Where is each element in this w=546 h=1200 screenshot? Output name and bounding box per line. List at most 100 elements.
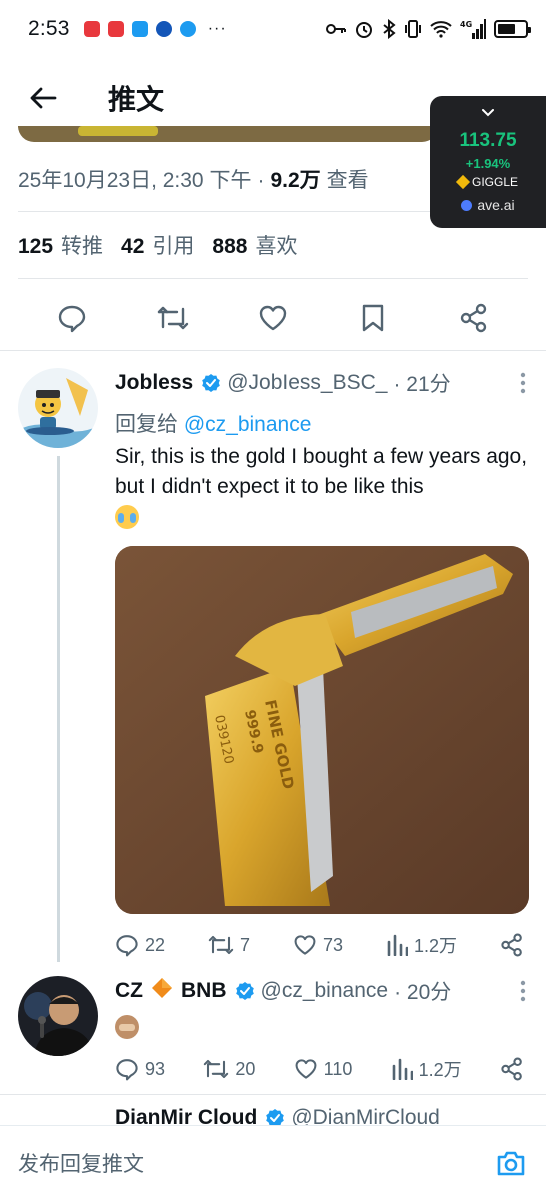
- reply-text: [115, 1012, 532, 1042]
- post-image[interactable]: FINE GOLD 999.9 039120: [115, 546, 529, 914]
- share-icon: [501, 1057, 522, 1081]
- likes-label: 喜欢: [255, 235, 298, 258]
- camera-icon: [497, 1151, 525, 1176]
- tweet-datetime: 25年10月23日, 2:30 下午: [18, 169, 252, 192]
- see-no-evil-monkey-emoji-icon: [115, 1015, 139, 1040]
- reply-content: CZ BNB @cz_binance · 20分 93 20 110 1.2万: [115, 976, 532, 1082]
- heart-icon: [259, 305, 287, 331]
- share-button[interactable]: [500, 933, 524, 957]
- page-title: 推文: [108, 83, 165, 116]
- reply-count-button[interactable]: 22: [115, 933, 165, 957]
- share-button[interactable]: [457, 301, 491, 335]
- bluetooth-icon: [383, 19, 396, 39]
- view-count-button[interactable]: 1.2万: [391, 1056, 462, 1082]
- gold-bar-photo: FINE GOLD 999.9 039120: [115, 546, 529, 914]
- crying-face-emoji-icon: [115, 505, 139, 530]
- quotes-count: 42: [121, 235, 145, 258]
- bookmark-button[interactable]: [356, 301, 390, 335]
- notification-app-icon: [83, 21, 100, 37]
- retweet-count: 7: [240, 934, 251, 955]
- avatar-photo: [18, 976, 98, 1056]
- collapse-button[interactable]: [430, 100, 546, 126]
- reply-icon: [116, 935, 138, 957]
- retweet-count-button[interactable]: 7: [208, 933, 250, 957]
- heart-icon: [295, 1059, 317, 1079]
- retweets-stat[interactable]: 125 转推: [18, 230, 103, 260]
- verified-badge-icon: [235, 981, 255, 1001]
- retweet-icon: [157, 306, 188, 330]
- likes-count: 888: [212, 235, 248, 258]
- reply-text: Sir, this is the gold I bought a few yea…: [115, 442, 532, 532]
- reply-input[interactable]: 发布回复推文: [18, 1148, 494, 1178]
- avatar-cartoon-image: [18, 368, 98, 448]
- reply-engagement-bar: 22 7 73 1.2万: [115, 932, 532, 958]
- author-name[interactable]: CZ: [115, 979, 143, 1003]
- author-handle[interactable]: @cz_binance: [261, 979, 389, 1003]
- key-icon: [326, 24, 346, 34]
- divider: [0, 350, 546, 351]
- widget-brand: ave.ai: [477, 197, 515, 213]
- quotes-stat[interactable]: 42 引用: [121, 230, 194, 260]
- camera-button[interactable]: [494, 1146, 528, 1180]
- mention-link[interactable]: @cz_binance: [184, 413, 312, 436]
- share-icon: [460, 303, 486, 333]
- avatar[interactable]: [18, 976, 98, 1056]
- reply-time: · 21分: [393, 373, 451, 396]
- status-bar: 2:53 ··· 4G: [0, 0, 546, 58]
- notification-app-icon: [179, 21, 196, 37]
- more-options-button[interactable]: [520, 372, 526, 399]
- tweet-view-count: 9.2万: [270, 169, 321, 192]
- author-name[interactable]: Jobless: [115, 371, 193, 395]
- back-button[interactable]: [26, 81, 60, 115]
- reply-icon: [58, 305, 86, 333]
- arrow-left-icon: [30, 87, 57, 109]
- likes-stat[interactable]: 888 喜欢: [212, 230, 297, 260]
- reply-count-button[interactable]: 93: [115, 1057, 165, 1081]
- like-count-button[interactable]: 73: [293, 934, 343, 956]
- reply-text-body: Sir, this is the gold I bought a few yea…: [115, 445, 528, 498]
- retweet-icon: [204, 1059, 229, 1079]
- avatar[interactable]: [18, 368, 98, 448]
- divider: [0, 1094, 546, 1095]
- reply-content: Jobless @JobIess_BSC_ · 21分 回复给 @cz_bina…: [115, 368, 532, 958]
- cellular-signal-icon: 4G: [460, 19, 486, 39]
- retweet-count-button[interactable]: 20: [203, 1057, 255, 1081]
- retweets-count: 125: [18, 235, 54, 258]
- price-overlay-widget[interactable]: 113.75 +1.94% GIGGLE ave.ai: [430, 96, 546, 228]
- tweet-meta: 25年10月23日, 2:30 下午 · 9.2万 查看: [18, 164, 369, 194]
- analytics-icon: [387, 934, 408, 956]
- battery-level: [498, 24, 515, 34]
- reply-icon: [116, 1059, 138, 1081]
- tweet-image-bottom-edge[interactable]: [18, 126, 438, 142]
- notification-app-icon: [155, 21, 172, 37]
- share-button[interactable]: [500, 1057, 524, 1081]
- like-count: 73: [322, 934, 344, 955]
- quotes-label: 引用: [152, 235, 195, 258]
- reply-header: CZ BNB @cz_binance · 20分: [115, 976, 532, 1006]
- tweet-action-bar: [0, 290, 546, 346]
- battery-icon: [494, 20, 531, 38]
- author-handle[interactable]: @JobIess_BSC_: [227, 371, 387, 395]
- reply-count: 22: [145, 934, 166, 955]
- notification-app-icon: [131, 21, 148, 37]
- retweet-count: 20: [235, 1058, 256, 1079]
- view-count-button[interactable]: 1.2万: [386, 932, 457, 958]
- like-count-button[interactable]: 110: [294, 1058, 353, 1080]
- retweets-label: 转推: [61, 235, 104, 258]
- status-more-indicator: ···: [207, 20, 227, 37]
- bookmark-icon: [363, 304, 384, 332]
- retweet-button[interactable]: [156, 301, 190, 335]
- more-vertical-icon: [520, 980, 526, 1002]
- reply-compose-bar[interactable]: 发布回复推文: [0, 1125, 546, 1200]
- divider: [18, 278, 528, 279]
- author-name-suffix[interactable]: BNB: [181, 979, 227, 1003]
- like-button[interactable]: [256, 301, 290, 335]
- more-vertical-icon: [520, 372, 526, 394]
- reply-button[interactable]: [55, 301, 89, 335]
- svg-text:4G: 4G: [460, 20, 472, 29]
- like-count: 110: [323, 1058, 353, 1079]
- token-price-change: +1.94%: [465, 156, 511, 171]
- replying-to: 回复给 @cz_binance: [115, 408, 532, 438]
- verified-badge-icon: [201, 373, 221, 393]
- more-options-button[interactable]: [520, 980, 526, 1007]
